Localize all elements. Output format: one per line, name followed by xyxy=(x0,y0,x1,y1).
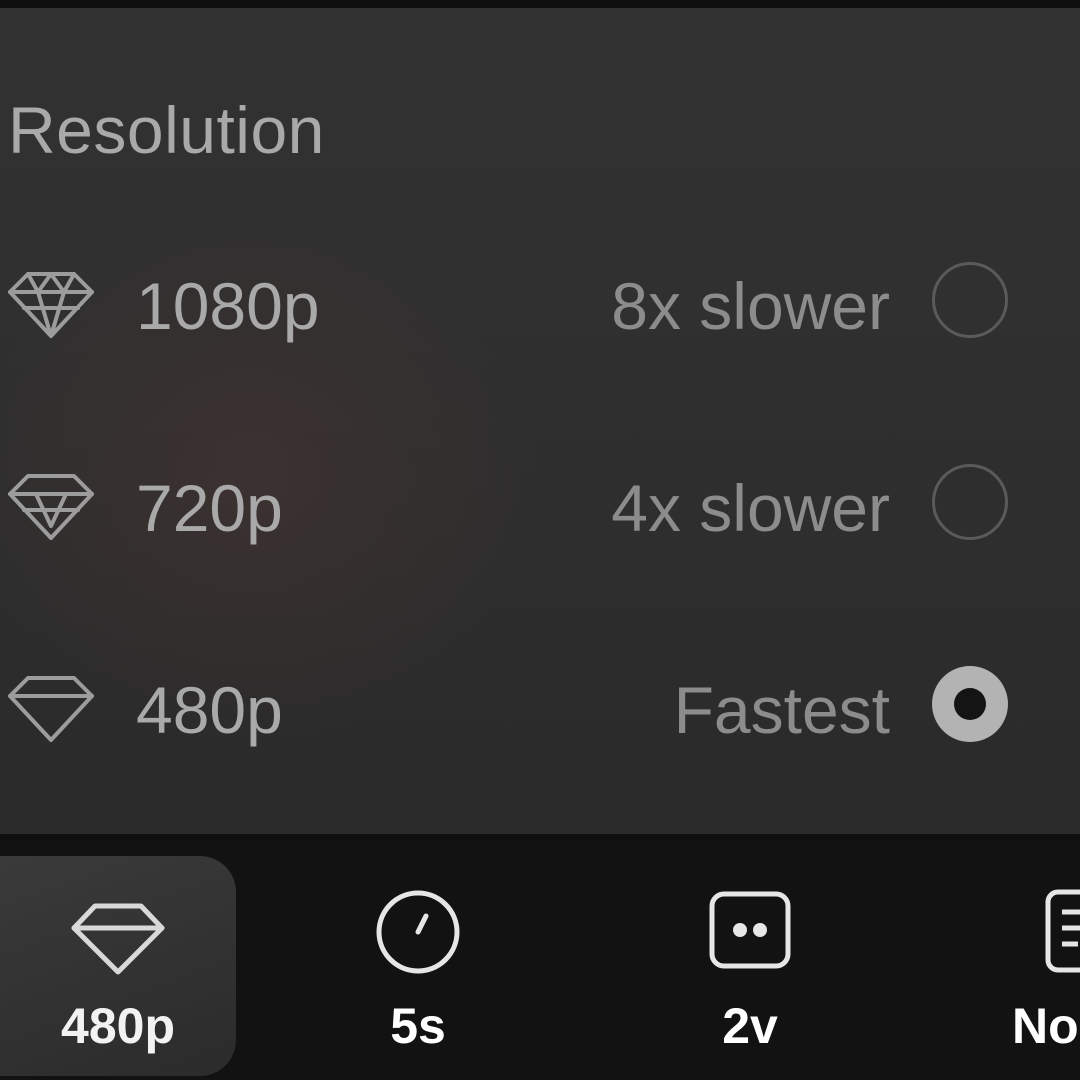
radio-button[interactable] xyxy=(932,464,1008,540)
toolbar-duration-button[interactable]: 5s xyxy=(300,856,536,1076)
diamond-medium-icon xyxy=(6,470,96,542)
resolution-label: 480p xyxy=(136,673,283,747)
diamond-large-icon xyxy=(6,268,96,340)
speed-label: 8x slower xyxy=(611,269,890,343)
screen: Resolution 1080p 8x slower 720p 4x slowe… xyxy=(0,0,1080,1080)
variations-icon xyxy=(700,886,800,976)
radio-button[interactable] xyxy=(932,262,1008,338)
toolbar-storyboard-button[interactable]: No xyxy=(1000,856,1080,1076)
diamond-small-icon xyxy=(6,672,96,744)
radio-dot xyxy=(954,688,986,720)
timer-icon xyxy=(368,886,468,976)
resolution-option-1080p[interactable]: 1080p 8x slower xyxy=(0,242,1040,362)
resolution-label: 1080p xyxy=(136,269,320,343)
resolution-option-480p[interactable]: 480p Fastest xyxy=(0,646,1040,766)
resolution-option-720p[interactable]: 720p 4x slower xyxy=(0,444,1040,564)
popover-title: Resolution xyxy=(8,93,325,167)
toolbar-label: 5s xyxy=(390,998,446,1054)
speed-label: 4x slower xyxy=(611,471,890,545)
radio-button-selected[interactable] xyxy=(932,666,1008,742)
resolution-popover: Resolution 1080p 8x slower 720p 4x slowe… xyxy=(0,8,1080,834)
speed-label: Fastest xyxy=(673,673,890,747)
bottom-toolbar: 480p 5s 2v No xyxy=(0,840,1080,1080)
toolbar-variations-button[interactable]: 2v xyxy=(632,856,868,1076)
toolbar-resolution-button[interactable]: 480p xyxy=(0,856,236,1076)
toolbar-label: 480p xyxy=(61,998,175,1054)
toolbar-label: 2v xyxy=(722,998,778,1054)
toolbar-label: No xyxy=(1012,998,1079,1054)
diamond-icon xyxy=(68,886,168,976)
storyboard-icon xyxy=(1044,886,1080,976)
resolution-label: 720p xyxy=(136,471,283,545)
